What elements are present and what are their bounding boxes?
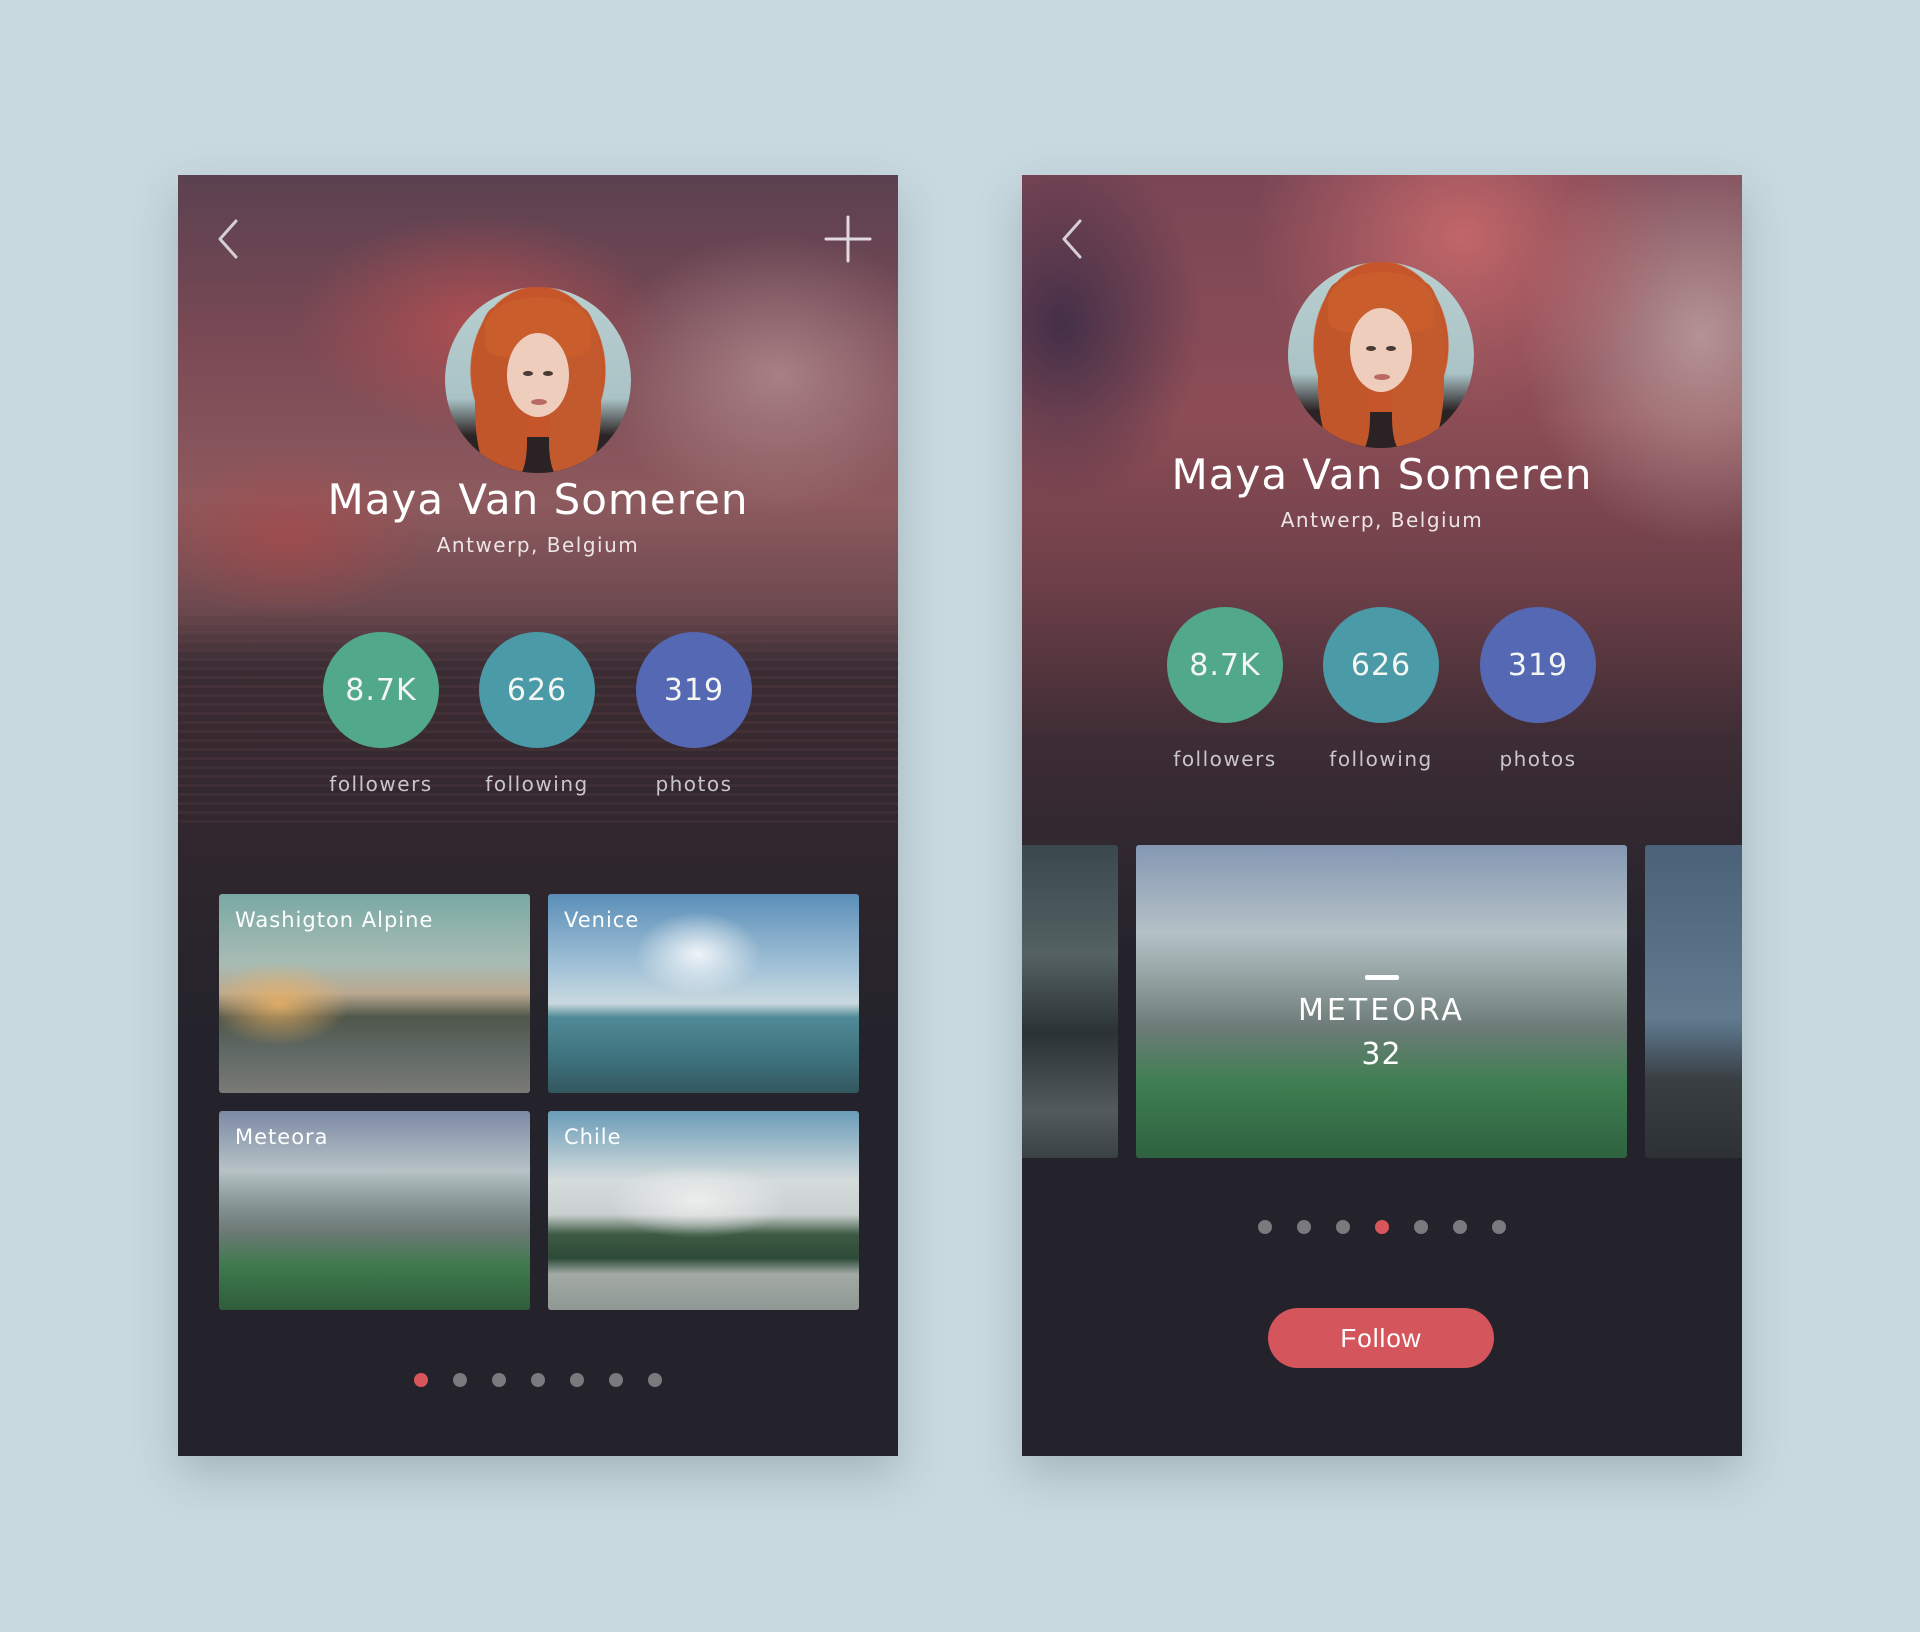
profile-screen-grid: Maya Van Someren Antwerp, Belgium 8.7K f… bbox=[178, 175, 898, 1456]
album-title: Chile bbox=[564, 1125, 622, 1149]
avatar[interactable] bbox=[1288, 262, 1474, 448]
album-tile-washington-alpine[interactable]: Washigton Alpine bbox=[219, 894, 530, 1093]
carousel-card-previous[interactable] bbox=[1022, 845, 1118, 1158]
stat-followers[interactable]: 8.7K followers bbox=[301, 632, 461, 796]
stat-following[interactable]: 626 following bbox=[1301, 607, 1461, 771]
profile-name: Maya Van Someren bbox=[1171, 450, 1593, 499]
photos-label: photos bbox=[655, 772, 733, 796]
page-dot[interactable] bbox=[531, 1373, 545, 1387]
carousel-card-featured[interactable]: METEORA 32 bbox=[1136, 845, 1627, 1158]
album-tile-chile[interactable]: Chile bbox=[548, 1111, 859, 1310]
carousel-card-next[interactable] bbox=[1645, 845, 1742, 1158]
page-dot[interactable] bbox=[1297, 1220, 1311, 1234]
stat-photos[interactable]: 319 photos bbox=[1458, 607, 1618, 771]
page-indicator bbox=[178, 1373, 898, 1387]
page-dot[interactable] bbox=[1258, 1220, 1272, 1234]
page-indicator bbox=[1022, 1220, 1742, 1234]
followers-count: 8.7K bbox=[323, 632, 439, 748]
followers-label: followers bbox=[1173, 747, 1277, 771]
add-button[interactable] bbox=[824, 215, 872, 263]
page-dot[interactable] bbox=[609, 1373, 623, 1387]
following-label: following bbox=[1329, 747, 1433, 771]
avatar[interactable] bbox=[445, 287, 631, 473]
back-button[interactable] bbox=[1050, 215, 1098, 263]
profile-location: Antwerp, Belgium bbox=[436, 533, 640, 557]
album-title: Meteora bbox=[235, 1125, 329, 1149]
page-dot[interactable] bbox=[453, 1373, 467, 1387]
album-carousel[interactable]: METEORA 32 bbox=[1022, 845, 1742, 1158]
page-dot-active[interactable] bbox=[1375, 1220, 1389, 1234]
profile-screen-carousel: Maya Van Someren Antwerp, Belgium 8.7K f… bbox=[1022, 175, 1742, 1456]
album-tile-venice[interactable]: Venice bbox=[548, 894, 859, 1093]
album-title: Venice bbox=[564, 908, 640, 932]
follow-button[interactable]: Follow bbox=[1268, 1308, 1494, 1368]
photos-label: photos bbox=[1499, 747, 1577, 771]
photos-count: 319 bbox=[636, 632, 752, 748]
page-dot[interactable] bbox=[492, 1373, 506, 1387]
page-dot-active[interactable] bbox=[414, 1373, 428, 1387]
chevron-left-icon bbox=[1062, 219, 1082, 259]
album-tile-meteora[interactable]: Meteora bbox=[219, 1111, 530, 1310]
stat-followers[interactable]: 8.7K followers bbox=[1145, 607, 1305, 771]
profile-name: Maya Van Someren bbox=[327, 475, 749, 524]
page-dot[interactable] bbox=[1492, 1220, 1506, 1234]
followers-count: 8.7K bbox=[1167, 607, 1283, 723]
following-count: 626 bbox=[479, 632, 595, 748]
followers-label: followers bbox=[329, 772, 433, 796]
featured-album-title: METEORA bbox=[1298, 993, 1465, 1028]
profile-location: Antwerp, Belgium bbox=[1280, 508, 1484, 532]
page-dot[interactable] bbox=[648, 1373, 662, 1387]
following-count: 626 bbox=[1323, 607, 1439, 723]
stat-following[interactable]: 626 following bbox=[457, 632, 617, 796]
page-dot[interactable] bbox=[1336, 1220, 1350, 1234]
photos-count: 319 bbox=[1480, 607, 1596, 723]
title-divider bbox=[1365, 975, 1399, 980]
stat-photos[interactable]: 319 photos bbox=[614, 632, 774, 796]
chevron-left-icon bbox=[218, 219, 238, 259]
page-dot[interactable] bbox=[1414, 1220, 1428, 1234]
plus-icon bbox=[824, 215, 872, 263]
page-dot[interactable] bbox=[570, 1373, 584, 1387]
featured-album-count: 32 bbox=[1361, 1037, 1402, 1072]
album-title: Washigton Alpine bbox=[235, 908, 434, 932]
back-button[interactable] bbox=[206, 215, 254, 263]
following-label: following bbox=[485, 772, 589, 796]
page-dot[interactable] bbox=[1453, 1220, 1467, 1234]
